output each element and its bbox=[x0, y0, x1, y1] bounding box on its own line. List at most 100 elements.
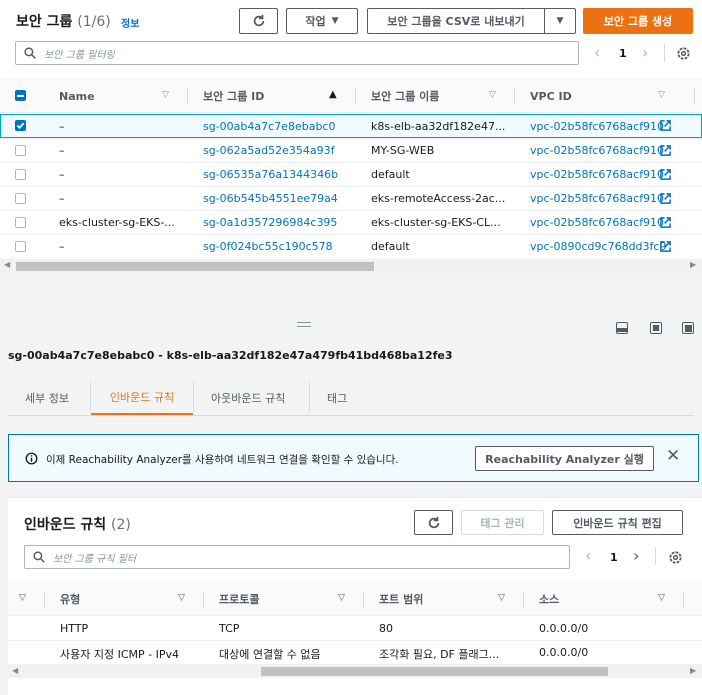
column-type-label: 유형 bbox=[60, 593, 81, 606]
rules-page-number[interactable]: 1 bbox=[610, 551, 618, 564]
column-header-source[interactable]: 소스 bbox=[539, 582, 559, 616]
security-group-filter-input[interactable]: 보안 그룹 필터링 bbox=[15, 41, 579, 65]
external-link-icon[interactable] bbox=[660, 241, 671, 252]
tab-details[interactable]: 세부 정보 bbox=[25, 380, 69, 415]
external-link-icon[interactable] bbox=[660, 120, 671, 131]
cell-name: – bbox=[59, 240, 65, 253]
column-header-sg-id[interactable]: 보안 그룹 ID bbox=[203, 79, 264, 113]
tab-inbound-rules[interactable]: 인바운드 규칙 bbox=[91, 380, 193, 415]
row-checkbox[interactable] bbox=[15, 217, 26, 228]
external-link-icon[interactable] bbox=[660, 217, 671, 228]
cell-vpc-id[interactable]: vpc-02b58fc6768acf910 bbox=[530, 192, 664, 205]
edit-rules-label: 인바운드 규칙 편집 bbox=[573, 516, 662, 530]
prev-page-icon[interactable]: ‹ bbox=[585, 546, 591, 565]
row-checkbox[interactable] bbox=[15, 120, 26, 131]
table-horizontal-scrollbar[interactable]: ◀ ▶ bbox=[0, 259, 702, 273]
scroll-right-icon[interactable]: ▶ bbox=[690, 260, 696, 269]
page-number[interactable]: 1 bbox=[619, 47, 627, 60]
settings-gear-icon[interactable] bbox=[668, 550, 683, 565]
create-security-group-button[interactable]: 보안 그룹 생성 bbox=[583, 8, 693, 34]
scroll-right-icon[interactable]: ▶ bbox=[690, 666, 696, 675]
column-header-name[interactable]: Name bbox=[59, 79, 95, 113]
cell-sg-id[interactable]: sg-0f024bc55c190c578 bbox=[203, 240, 333, 253]
sort-icon[interactable]: ▽ bbox=[162, 90, 169, 100]
cell-vpc-id[interactable]: vpc-02b58fc6768acf910 bbox=[530, 144, 664, 157]
refresh-icon bbox=[253, 14, 264, 27]
filter-placeholder: 보안 그룹 필터링 bbox=[44, 49, 115, 61]
split-bottom-icon[interactable] bbox=[616, 322, 628, 334]
table-row[interactable]: – sg-062a5ad52e354a93f MY-SG-WEB vpc-02b… bbox=[0, 138, 702, 162]
rules-table-header: ▽ 유형 ▽ 프로토콜 ▽ 포트 범위 ▽ 소스 ▽ bbox=[8, 582, 702, 616]
reachability-analyzer-button[interactable]: Reachability Analyzer 실행 bbox=[475, 446, 654, 471]
table-row[interactable]: – sg-06535a76a1344346b default vpc-02b58… bbox=[0, 162, 702, 186]
external-link-icon[interactable] bbox=[660, 169, 671, 180]
sort-icon[interactable]: ▽ bbox=[489, 90, 496, 100]
row-checkbox[interactable] bbox=[15, 193, 26, 204]
cell-sg-id[interactable]: sg-06b545b4551ee79a4 bbox=[203, 192, 338, 205]
split-maximize-icon[interactable] bbox=[682, 322, 694, 334]
info-link[interactable]: 정보 bbox=[121, 15, 139, 30]
settings-gear-icon[interactable] bbox=[676, 46, 691, 61]
cell-sg-id[interactable]: sg-062a5ad52e354a93f bbox=[203, 144, 335, 157]
external-link-icon[interactable] bbox=[660, 193, 671, 204]
next-page-icon[interactable]: › bbox=[642, 43, 648, 62]
tab-outbound-rules[interactable]: 아웃바운드 규칙 bbox=[211, 380, 285, 415]
page-title-text: 보안 그룹 bbox=[16, 14, 73, 30]
select-all-checkbox[interactable] bbox=[15, 90, 26, 101]
cell-protocol: TCP bbox=[219, 622, 240, 635]
rules-horizontal-scrollbar[interactable]: ◀ ▶ bbox=[8, 664, 702, 678]
column-header-protocol[interactable]: 프로토콜 bbox=[219, 582, 259, 616]
table-row[interactable]: – sg-00ab4a7c7e8ebabc0 k8s-elb-aa32df182… bbox=[0, 114, 702, 138]
cell-vpc-id[interactable]: vpc-02b58fc6768acf910 bbox=[530, 120, 664, 133]
table-row[interactable]: eks-cluster-sg-EKS-... sg-0a1d357296984c… bbox=[0, 210, 702, 234]
external-link-icon[interactable] bbox=[660, 145, 671, 156]
manage-tags-button[interactable]: 태그 관리 bbox=[461, 510, 544, 535]
column-header-type[interactable]: 유형 bbox=[60, 582, 80, 616]
rules-table-row[interactable]: HTTP TCP 80 0.0.0.0/0 bbox=[8, 617, 702, 641]
sort-icon[interactable]: ▽ bbox=[658, 90, 665, 100]
row-checkbox[interactable] bbox=[15, 145, 26, 156]
scrollbar-thumb[interactable] bbox=[261, 667, 608, 676]
column-header-sg-name[interactable]: 보안 그룹 이름 bbox=[371, 79, 439, 113]
divider bbox=[664, 44, 665, 62]
scroll-left-icon[interactable]: ◀ bbox=[4, 260, 10, 269]
detail-title: sg-00ab4a7c7e8ebabc0 - k8s-elb-aa32df182… bbox=[8, 349, 453, 362]
cell-vpc-id[interactable]: vpc-02b58fc6768acf910 bbox=[530, 168, 664, 181]
refresh-button[interactable] bbox=[239, 8, 278, 34]
sort-icon[interactable]: ▽ bbox=[178, 593, 185, 603]
scrollbar-thumb[interactable] bbox=[16, 262, 374, 271]
export-options-dropdown[interactable]: ▼ bbox=[544, 8, 576, 34]
row-checkbox[interactable] bbox=[15, 241, 26, 252]
rules-filter-input[interactable]: 보안 그룹 규칙 필터 bbox=[24, 545, 570, 569]
next-page-icon[interactable]: › bbox=[633, 546, 639, 565]
actions-label: 작업 bbox=[305, 15, 326, 28]
cell-sg-id[interactable]: sg-06535a76a1344346b bbox=[203, 168, 338, 181]
sort-icon[interactable]: ▽ bbox=[498, 593, 505, 603]
edit-inbound-rules-button[interactable]: 인바운드 규칙 편집 bbox=[552, 510, 683, 535]
cell-sg-name: MY-SG-WEB bbox=[371, 144, 435, 157]
cell-sg-id[interactable]: sg-00ab4a7c7e8ebabc0 bbox=[203, 120, 335, 133]
cell-sg-id[interactable]: sg-0a1d357296984c395 bbox=[203, 216, 337, 229]
row-checkbox[interactable] bbox=[15, 169, 26, 180]
table-row[interactable]: – sg-06b545b4551ee79a4 eks-remoteAccess-… bbox=[0, 186, 702, 210]
actions-dropdown[interactable]: 작업 ▼ bbox=[286, 8, 358, 34]
scroll-left-icon[interactable]: ◀ bbox=[12, 666, 18, 675]
split-full-icon[interactable] bbox=[650, 322, 662, 334]
split-panel-drag-handle[interactable] bbox=[297, 322, 311, 327]
table-row[interactable]: – sg-0f024bc55c190c578 default vpc-0890c… bbox=[0, 234, 702, 258]
cell-vpc-id[interactable]: vpc-0890cd9c768dd3fc9 bbox=[530, 240, 666, 253]
sort-ascending-icon[interactable]: ▲ bbox=[329, 89, 337, 100]
export-csv-label: 보안 그룹을 CSV로 내보내기 bbox=[387, 15, 525, 28]
tab-tags[interactable]: 태그 bbox=[327, 380, 347, 415]
cell-vpc-id[interactable]: vpc-02b58fc6768acf910 bbox=[530, 216, 664, 229]
export-csv-button[interactable]: 보안 그룹을 CSV로 내보내기 bbox=[367, 8, 545, 34]
close-icon[interactable]: ✕ bbox=[666, 446, 680, 466]
column-header-port-range[interactable]: 포트 범위 bbox=[379, 582, 423, 616]
prev-page-icon[interactable]: ‹ bbox=[594, 43, 600, 62]
sort-icon[interactable]: ▽ bbox=[658, 593, 665, 603]
sort-icon[interactable]: ▽ bbox=[338, 593, 345, 603]
sort-icon[interactable]: ▽ bbox=[19, 593, 26, 603]
rules-refresh-button[interactable] bbox=[414, 510, 453, 535]
column-header-vpc-id[interactable]: VPC ID bbox=[530, 79, 572, 113]
rules-table-row[interactable]: 사용자 지정 ICMP - IPv4 대상에 연결할 수 없음 조각화 필요, … bbox=[8, 641, 702, 665]
